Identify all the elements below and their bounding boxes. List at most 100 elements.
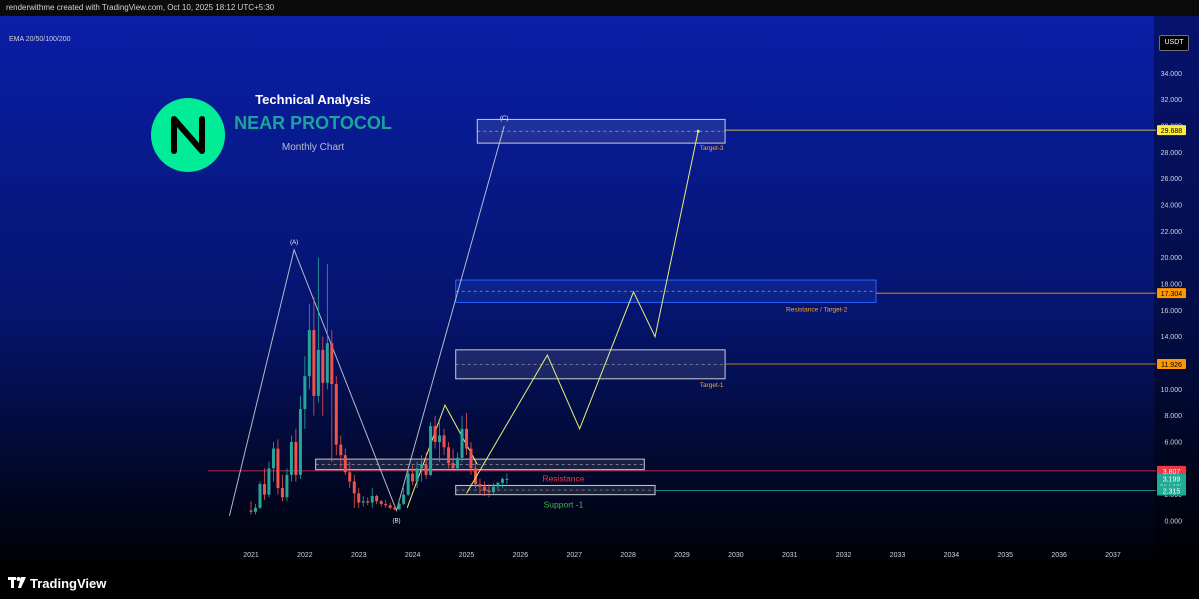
y-tick-label: 20.000 (1161, 255, 1183, 262)
candle-body (465, 428, 468, 449)
wave-label: (B) (392, 518, 400, 524)
zone-label: Resistance (542, 474, 584, 484)
x-tick-label: 2029 (674, 552, 690, 559)
candle-body (487, 490, 491, 493)
candle-body (285, 474, 289, 498)
candle-body (393, 507, 397, 510)
chart-area[interactable]: 2021 2022 2023 2024 2025 2026 2027 2028 2029 2030… (0, 16, 1199, 573)
indicator-label[interactable]: EMA 20/50/100/200 (9, 36, 71, 43)
candle-body (411, 473, 415, 482)
x-tick-label: 2026 (513, 552, 529, 559)
price-badge-target1: 11.926 (1161, 362, 1182, 369)
candle-body (312, 330, 316, 396)
y-tick-label: 34.000 (1161, 71, 1183, 78)
candle-body (406, 473, 410, 495)
candle-body (375, 495, 379, 502)
y-tick-label: 6.000 (1164, 440, 1182, 447)
y-tick-label: 32.000 (1161, 97, 1183, 104)
candle-body (271, 448, 275, 469)
candle-body (402, 494, 406, 504)
title-coin: NEAR PROTOCOL (234, 113, 392, 133)
footer-bar: TradingView (0, 566, 1199, 599)
x-tick-label: 2022 (297, 552, 313, 559)
candle-body (352, 481, 356, 494)
candle-body (505, 478, 509, 480)
candle-body (316, 349, 320, 396)
candle-body (370, 495, 374, 503)
candle-body (343, 455, 347, 473)
candle-body (366, 501, 370, 503)
candle-body (456, 457, 460, 469)
x-tick-label: 2035 (997, 552, 1013, 559)
x-tick-label: 2033 (890, 552, 906, 559)
x-tick-label: 2028 (620, 552, 636, 559)
zone-label: Resistance / Target-2 (786, 306, 848, 313)
y-tick-label: 28.000 (1161, 150, 1183, 157)
candle-body (500, 478, 504, 483)
y-tick-label: 16.000 (1161, 308, 1183, 315)
candle-body (429, 426, 433, 475)
near-logo-icon (151, 98, 225, 172)
candle-body (478, 484, 482, 487)
tradingview-logo[interactable]: TradingView (8, 574, 106, 592)
candle-body (307, 330, 311, 377)
y-tick-label: 18.000 (1161, 282, 1183, 289)
x-tick-label: 2036 (1051, 552, 1067, 559)
tradingview-logo-text: TradingView (30, 575, 107, 591)
candle-body (482, 486, 486, 491)
zone-label: Target-1 (700, 382, 724, 389)
candle-body (438, 435, 442, 442)
y-tick-label: 10.000 (1161, 387, 1183, 394)
projection-arrow-head (696, 129, 700, 133)
candle-body (496, 482, 500, 487)
wave-label: (A) (290, 240, 298, 246)
candle-body (447, 447, 451, 464)
candle-body (379, 501, 383, 504)
zone-label: Support -1 (544, 500, 584, 510)
candle-body (258, 484, 262, 508)
x-tick-label: 2037 (1105, 552, 1121, 559)
currency-badge[interactable]: USDT (1159, 35, 1189, 51)
candle-body (451, 463, 455, 469)
candle-body (325, 343, 329, 383)
x-tick-label: 2025 (459, 552, 475, 559)
candle-body (442, 435, 446, 448)
candle-body (357, 493, 361, 503)
attribution-bar: renderwithme created with TradingView.co… (0, 0, 1199, 16)
candle-body (276, 448, 280, 489)
candle-body (289, 442, 293, 475)
x-tick-label: 2023 (351, 552, 367, 559)
title-technical-analysis: Technical Analysis (255, 92, 371, 107)
candle-body (348, 472, 352, 482)
candle-body (334, 384, 338, 445)
candle-body (262, 484, 266, 495)
wave-label: (C) (500, 116, 508, 122)
price-badge-target2: 17.304 (1161, 291, 1183, 298)
x-tick-label: 2021 (243, 552, 259, 559)
candle-body (397, 503, 401, 510)
candle-body (420, 464, 424, 469)
title-block: Technical Analysis NEAR PROTOCOL Monthly… (228, 92, 398, 153)
y-tick-label: 8.000 (1164, 413, 1182, 420)
candle-body (303, 376, 307, 410)
candle-body (294, 442, 298, 475)
x-tick-label: 2032 (836, 552, 852, 559)
attribution-text: renderwithme created with TradingView.co… (6, 3, 275, 12)
candle-body (339, 444, 343, 456)
x-tick-label: 2030 (728, 552, 744, 559)
candle-body (469, 448, 473, 469)
y-tick-label: 24.000 (1161, 203, 1183, 210)
price-badge-support: 2.315 (1163, 489, 1181, 496)
candle-body (491, 486, 495, 493)
candle-body (433, 426, 437, 442)
candle-body (424, 464, 428, 475)
x-tick-label: 2034 (944, 552, 960, 559)
candle-body (249, 510, 253, 512)
candle-body (321, 349, 325, 383)
candle-body (388, 505, 392, 508)
candle-body (361, 501, 365, 503)
title-subtitle: Monthly Chart (281, 142, 345, 153)
candle-body (298, 409, 302, 475)
candle-body (280, 488, 284, 498)
candle-body (460, 428, 464, 458)
